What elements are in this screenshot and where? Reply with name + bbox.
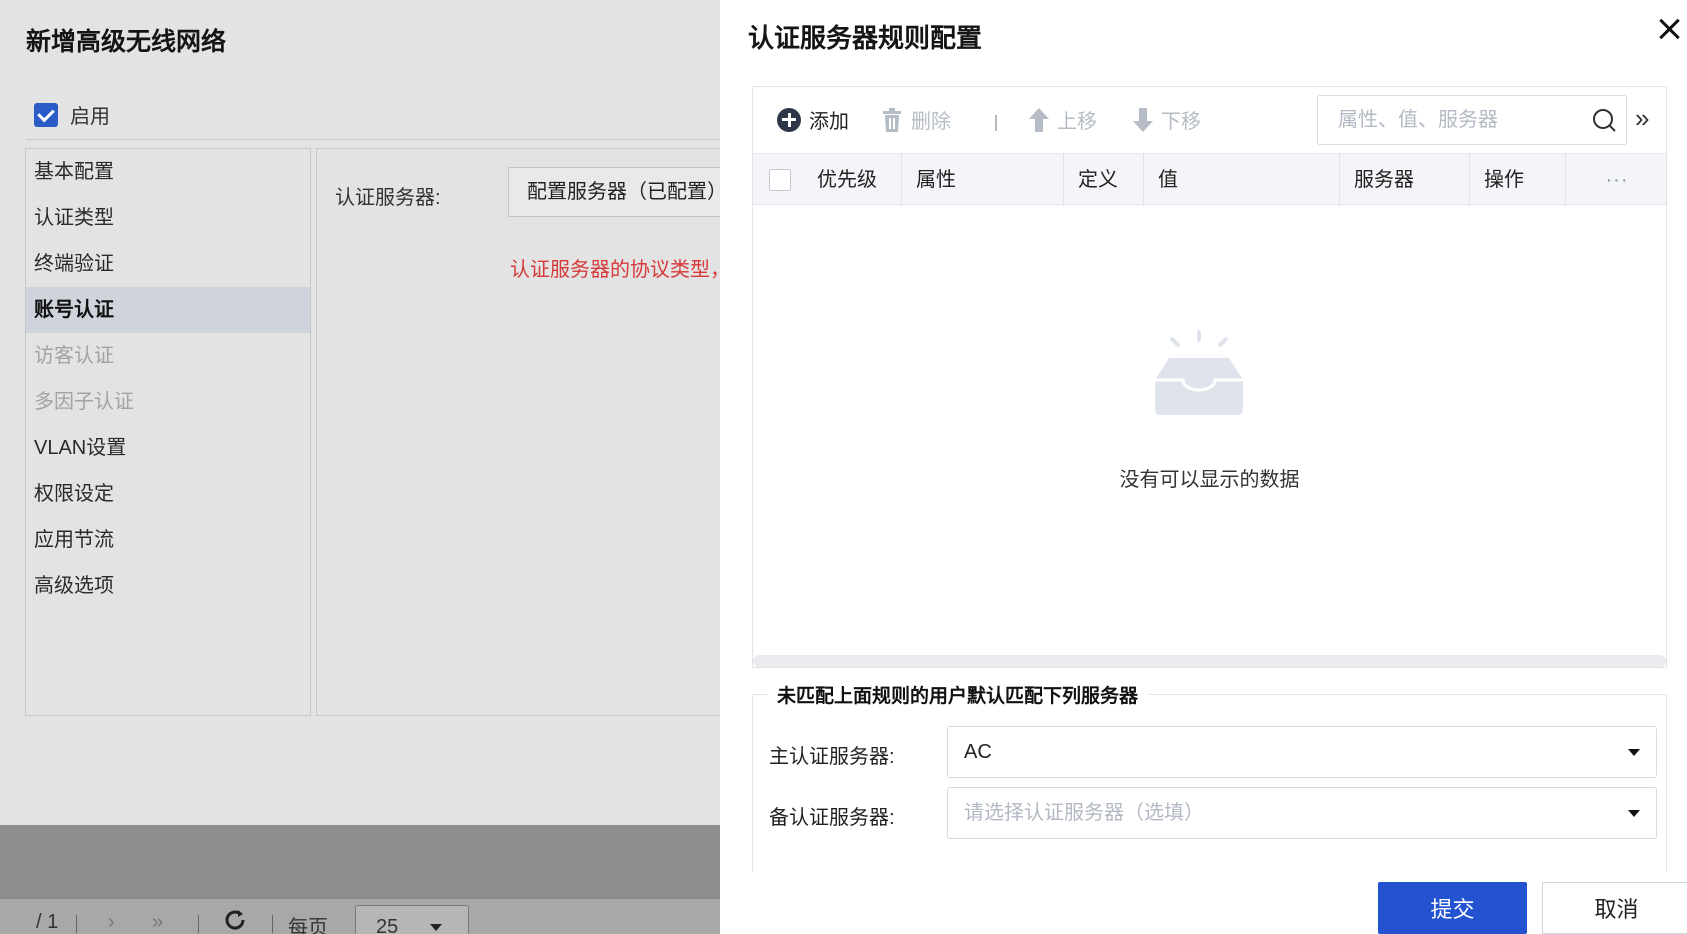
account-auth-panel: 认证服务器: 配置服务器（已配置） 认证服务器的协议类型，: [316, 148, 768, 716]
enable-checkbox[interactable]: [34, 102, 58, 127]
more-icon[interactable]: ···: [1565, 154, 1668, 206]
default-servers-fieldset: 未匹配上面规则的用户默认匹配下列服务器 主认证服务器: AC 备认证服务器: 请…: [752, 681, 1667, 872]
table-header: 优先级 属性 定义 值 服务器 操作 ···: [753, 153, 1668, 206]
empty-box-icon: [1155, 330, 1243, 415]
move-up-label: 上移: [1057, 111, 1097, 133]
table-toolbar: 添加 删除 上移 下移 属性、值、服务器 »: [753, 87, 1666, 153]
refresh-icon[interactable]: [222, 907, 248, 933]
page-total: / 1: [36, 911, 59, 933]
divider: [26, 139, 760, 140]
chevron-down-icon: [430, 924, 442, 931]
empty-state: 没有可以显示的数据: [753, 205, 1666, 655]
column-header-priority[interactable]: 优先级: [803, 154, 901, 206]
pager-divider: [198, 915, 199, 933]
auth-server-label: 认证服务器:: [335, 187, 441, 209]
next-page-icon[interactable]: ›: [108, 911, 115, 934]
drawer-title: 认证服务器规则配置: [748, 23, 983, 53]
pager-divider: [272, 915, 273, 933]
trash-icon: [883, 107, 901, 132]
arrow-down-icon: [1133, 107, 1153, 132]
nav-item-guest-auth: 访客认证: [34, 345, 114, 367]
nav-item-auth-type[interactable]: 认证类型: [26, 195, 310, 241]
per-page-label: 每页: [288, 917, 328, 934]
column-header-server[interactable]: 服务器: [1339, 154, 1469, 206]
nav-item-terminal-verify[interactable]: 终端验证: [26, 241, 310, 287]
primary-server-select[interactable]: AC: [947, 726, 1657, 778]
column-header-definition[interactable]: 定义: [1063, 154, 1143, 206]
enable-row: 启用: [34, 100, 110, 129]
search-box: [1317, 95, 1627, 145]
nav-item-permissions[interactable]: 权限设定: [26, 471, 310, 517]
new-wireless-network-dialog: 新增高级无线网络 启用 基本配置 认证类型 终端验证 账号认证 访客认证 多因子…: [0, 0, 768, 825]
auth-server-rules-drawer: 认证服务器规则配置 添加 删除 上移 下移 属性、值、服务器 » 优先级 属性 …: [720, 0, 1687, 934]
double-chevron-right-icon[interactable]: »: [1635, 105, 1649, 131]
backup-server-placeholder: 请选择认证服务器（选填）: [964, 802, 1204, 824]
fieldset-legend: 未匹配上面规则的用户默认匹配下列服务器: [767, 681, 1149, 708]
search-input[interactable]: [1318, 96, 1578, 144]
nav-item-mfa: 多因子认证: [34, 391, 134, 413]
horizontal-scrollbar[interactable]: [753, 655, 1666, 667]
chevron-down-icon: [1628, 810, 1640, 817]
nav-item-advanced[interactable]: 高级选项: [26, 563, 310, 609]
toolbar-divider: [995, 115, 997, 131]
backup-server-select[interactable]: 请选择认证服务器（选填）: [947, 787, 1657, 839]
move-up-button[interactable]: 上移: [1029, 105, 1097, 134]
add-label: 添加: [809, 111, 849, 133]
per-page-select[interactable]: 25: [355, 905, 469, 934]
chevron-down-icon: [1628, 749, 1640, 756]
search-icon[interactable]: [1592, 108, 1616, 132]
submit-button[interactable]: 提交: [1378, 882, 1527, 934]
protocol-warning-text: 认证服务器的协议类型，: [510, 259, 730, 281]
nav-item-app-throttle[interactable]: 应用节流: [26, 517, 310, 563]
per-page-value: 25: [376, 916, 399, 934]
nav-item-account-auth[interactable]: 账号认证: [26, 287, 310, 333]
backup-server-label: 备认证服务器:: [769, 807, 895, 829]
pager-divider: [76, 915, 77, 933]
delete-button[interactable]: 删除: [881, 105, 951, 134]
select-all-checkbox[interactable]: [769, 169, 791, 191]
move-down-label: 下移: [1161, 111, 1201, 133]
enable-label: 启用: [70, 106, 110, 128]
rules-table-panel: 添加 删除 上移 下移 属性、值、服务器 » 优先级 属性 定义 值 服务器 操…: [752, 86, 1667, 668]
nav-item-basic-config[interactable]: 基本配置: [26, 149, 310, 195]
close-icon[interactable]: [1655, 14, 1685, 44]
last-page-icon[interactable]: »: [152, 911, 163, 934]
plus-circle-icon: [777, 107, 801, 132]
settings-nav: 基本配置 认证类型 终端验证 账号认证 访客认证 多因子认证 VLAN设置 权限…: [25, 148, 311, 716]
nav-item-vlan[interactable]: VLAN设置: [26, 425, 310, 471]
add-button[interactable]: 添加: [777, 105, 849, 134]
pager-bar: / 1 › » 每页 25: [0, 898, 720, 934]
dialog-title: 新增高级无线网络: [26, 28, 227, 56]
primary-server-value: AC: [964, 741, 992, 763]
column-header-attribute[interactable]: 属性: [901, 154, 1063, 206]
column-header-actions: 操作: [1469, 154, 1565, 206]
primary-server-label: 主认证服务器:: [769, 746, 895, 768]
arrow-up-icon: [1029, 107, 1049, 132]
delete-label: 删除: [911, 111, 951, 133]
empty-text: 没有可以显示的数据: [1119, 469, 1300, 491]
move-down-button[interactable]: 下移: [1133, 105, 1201, 134]
column-header-value[interactable]: 值: [1143, 154, 1339, 206]
cancel-button[interactable]: 取消: [1542, 882, 1687, 934]
